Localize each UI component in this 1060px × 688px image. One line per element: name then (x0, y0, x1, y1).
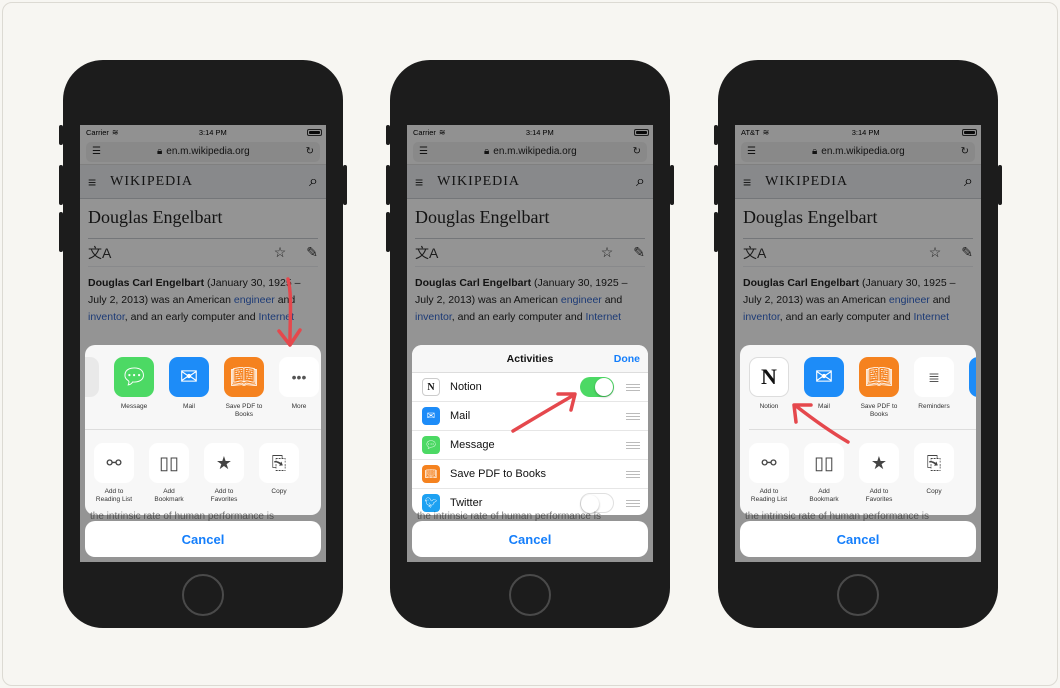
partial-icon (85, 357, 99, 397)
partial-icon (969, 357, 976, 397)
phone-frame-2: Carrier ≋ 3:14 PM ☰ 🔒︎ en.m.wikipedia.org … (386, 60, 674, 628)
more-icon: ••• (279, 357, 319, 397)
books-icon: 📖︎ (224, 357, 264, 397)
book-icon: ▯▯ (804, 443, 844, 483)
books-icon: 📖︎ (422, 465, 440, 483)
share-action-glasses[interactable]: ⚯ Add to Reading List (94, 443, 134, 515)
copy-icon: ⎘ (914, 443, 954, 483)
twitter-icon: 🐦︎ (422, 494, 440, 512)
app-label: Message (120, 403, 148, 410)
share-app-row: v 💬︎ Message ✉ Mail 📖︎ Save PDF to Books ••• Mor… (85, 345, 321, 430)
done-button[interactable]: Done (614, 353, 640, 365)
app-label: Mail (183, 403, 195, 410)
share-action-row: ⚯ Add to Reading List ▯▯ Add Bookmark ★ Add t… (740, 430, 976, 515)
share-app-mail[interactable]: ✉ Mail (169, 357, 209, 429)
book-icon: ▯▯ (149, 443, 189, 483)
activity-row-mail[interactable]: ✉ Mail (412, 402, 648, 431)
action-label: Add to Favorites (210, 488, 238, 503)
mail-icon: ✉ (169, 357, 209, 397)
share-sheet: N Notion ✉ Mail 📖︎ Save PDF to Books ≣ Reminder… (740, 345, 976, 515)
home-button[interactable] (509, 574, 551, 616)
share-app-message[interactable]: 💬︎ Message (114, 357, 154, 429)
reorder-handle-icon[interactable] (626, 441, 640, 449)
activity-toggle[interactable] (580, 377, 614, 397)
activity-name: Notion (450, 381, 482, 393)
home-button[interactable] (837, 574, 879, 616)
message-icon: 💬︎ (422, 436, 440, 454)
activities-header: Activities Done (412, 345, 648, 373)
cancel-button[interactable]: Cancel (85, 521, 321, 557)
mail-icon: ✉ (422, 407, 440, 425)
share-action-glasses[interactable]: ⚯ Add to Reading List (749, 443, 789, 515)
reorder-handle-icon[interactable] (626, 470, 640, 478)
share-sheet: v 💬︎ Message ✉ Mail 📖︎ Save PDF to Books ••• Mor… (85, 345, 321, 515)
share-app-books[interactable]: 📖︎ Save PDF to Books (224, 357, 264, 429)
share-action-copy[interactable]: ⎘ Copy (259, 443, 299, 515)
activity-row-message[interactable]: 💬︎ Message (412, 431, 648, 460)
app-label: Reminders (918, 403, 950, 410)
books-icon: 📖︎ (859, 357, 899, 397)
star-icon: ★ (859, 443, 899, 483)
share-app-row: N Notion ✉ Mail 📖︎ Save PDF to Books ≣ Reminder… (749, 345, 976, 430)
activities-panel: Activities Done N Notion ✉ Mail 💬︎ Message 📖︎ S… (412, 345, 648, 515)
activity-name: Message (450, 439, 495, 451)
app-label: Notion (759, 403, 779, 410)
phone-screen: Carrier ≋ 3:14 PM ☰ 🔒︎ en.m.wikipedia.org … (80, 125, 326, 562)
cancel-button[interactable]: Cancel (740, 521, 976, 557)
phone-screen: Carrier ≋ 3:14 PM ☰ 🔒︎ en.m.wikipedia.org … (407, 125, 653, 562)
copy-icon: ⎘ (259, 443, 299, 483)
glasses-icon: ⚯ (749, 443, 789, 483)
app-label: Save PDF to Books (860, 403, 898, 418)
activity-name: Save PDF to Books (450, 468, 546, 480)
action-label: Copy (271, 488, 287, 495)
activity-row-notion[interactable]: N Notion (412, 373, 648, 402)
share-action-star[interactable]: ★ Add to Favorites (204, 443, 244, 515)
activity-name: Mail (450, 410, 471, 422)
app-label: v (85, 403, 99, 411)
share-app-more[interactable]: ••• More (279, 357, 319, 429)
notion-icon: N (749, 357, 789, 397)
reorder-handle-icon[interactable] (626, 499, 640, 507)
share-app-mail[interactable]: ✉ Mail (804, 357, 844, 429)
action-label: Add Bookmark (809, 488, 839, 503)
share-app-partial[interactable]: v (85, 357, 99, 429)
share-action-book[interactable]: ▯▯ Add Bookmark (149, 443, 189, 515)
share-action-copy[interactable]: ⎘ Copy (914, 443, 954, 515)
action-label: Add to Favorites (865, 488, 893, 503)
share-app-notion[interactable]: N Notion (749, 357, 789, 429)
phone-screen: AT&T ≋ 3:14 PM ☰ 🔒︎ en.m.wikipedia.org ↻ ≡… (735, 125, 981, 562)
app-label: More (291, 403, 307, 410)
activity-toggle[interactable] (580, 493, 614, 513)
reorder-handle-icon[interactable] (626, 383, 640, 391)
share-action-book[interactable]: ▯▯ Add Bookmark (804, 443, 844, 515)
reminders-icon: ≣ (914, 357, 954, 397)
mail-icon: ✉ (804, 357, 844, 397)
reorder-handle-icon[interactable] (626, 412, 640, 420)
activity-name: Twitter (450, 497, 483, 509)
action-label: Add to Reading List (95, 488, 133, 503)
phone-frame-1: Carrier ≋ 3:14 PM ☰ 🔒︎ en.m.wikipedia.org … (59, 60, 347, 628)
share-action-star[interactable]: ★ Add to Favorites (859, 443, 899, 515)
action-label: Copy (926, 488, 942, 495)
phone-frame-3: AT&T ≋ 3:14 PM ☰ 🔒︎ en.m.wikipedia.org ↻ ≡… (714, 60, 1002, 628)
cancel-button[interactable]: Cancel (412, 521, 648, 557)
activities-title: Activities (506, 352, 554, 365)
action-label: Add to Reading List (750, 488, 788, 503)
message-icon: 💬︎ (114, 357, 154, 397)
share-action-row: ⚯ Add to Reading List ▯▯ Add Bookmark ★ Add t… (85, 430, 321, 515)
action-label: Add Bookmark (154, 488, 184, 503)
share-app-reminders[interactable]: ≣ Reminders (914, 357, 954, 429)
home-button[interactable] (182, 574, 224, 616)
activity-row-save[interactable]: 📖︎ Save PDF to Books (412, 460, 648, 489)
app-label: Save PDF to Books (225, 403, 263, 418)
star-icon: ★ (204, 443, 244, 483)
app-label: Mail (818, 403, 830, 410)
share-app-partial[interactable] (969, 357, 976, 429)
glasses-icon: ⚯ (94, 443, 134, 483)
share-app-books[interactable]: 📖︎ Save PDF to Books (859, 357, 899, 429)
notion-icon: N (422, 378, 440, 396)
